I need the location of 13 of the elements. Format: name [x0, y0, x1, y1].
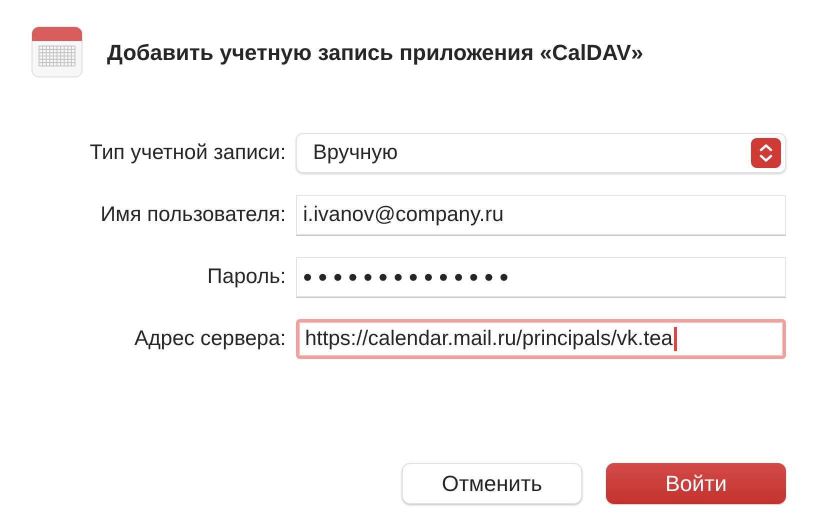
account-type-popup[interactable]: Вручную	[296, 133, 786, 173]
cancel-button[interactable]: Отменить	[402, 463, 582, 504]
field-label: Пароль:	[206, 264, 286, 290]
dialog-title: Добавить учетную запись приложения «CalDAV»	[107, 38, 644, 67]
chevron-up-down-icon	[751, 138, 781, 168]
login-button[interactable]: Войти	[606, 463, 786, 504]
field-label: Тип учетной записи:	[88, 140, 286, 166]
calendar-icon	[31, 26, 83, 78]
input-field[interactable]: i.ivanov@company.ru	[296, 195, 786, 235]
password-field[interactable]: ••••••••••••••	[296, 257, 786, 297]
field-label: Имя пользователя:	[99, 202, 286, 228]
field-label: Адрес сервера:	[133, 326, 286, 352]
input-field[interactable]: https://calendar.mail.ru/principals/vk.tea	[296, 319, 786, 359]
